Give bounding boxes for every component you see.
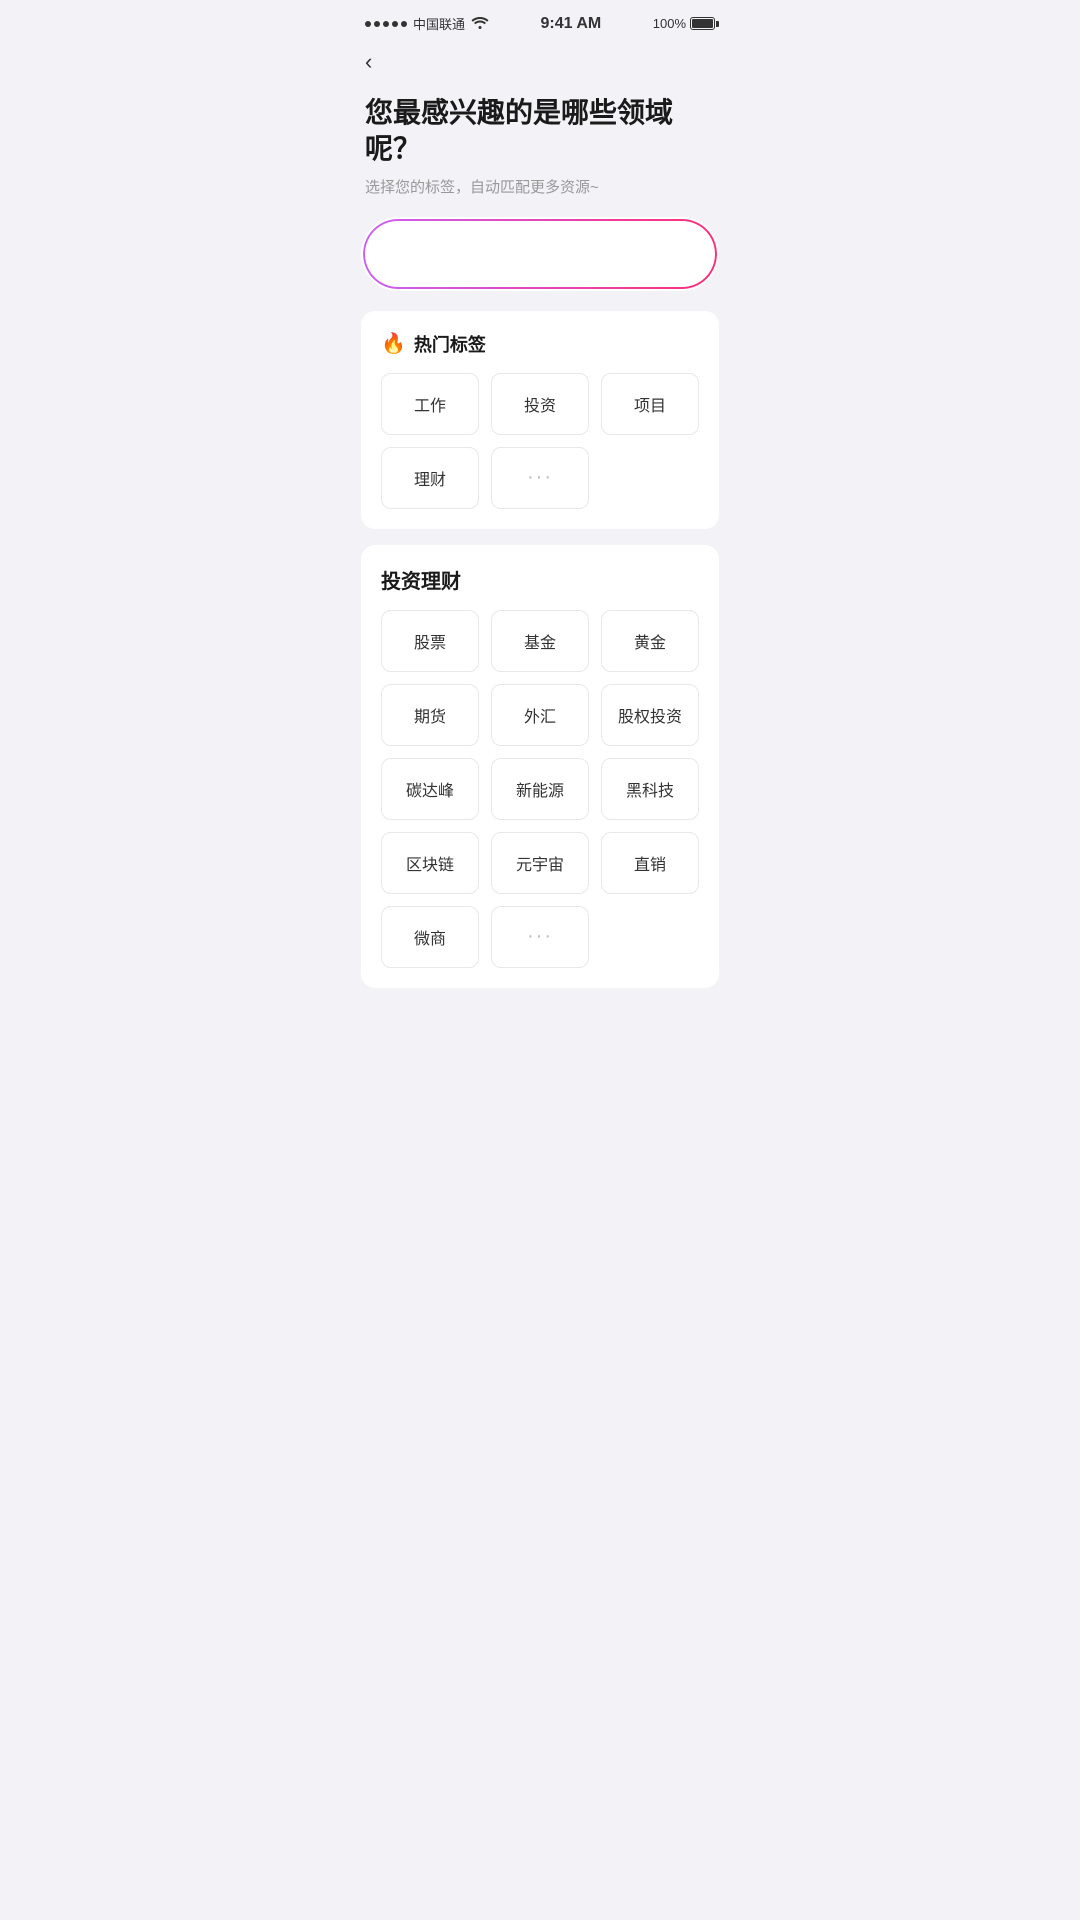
battery-icon — [690, 17, 715, 30]
status-right: 100% — [653, 16, 715, 31]
search-container: 搜索 — [345, 217, 735, 311]
tag-gold[interactable]: 黄金 — [601, 610, 699, 672]
tag-stock[interactable]: 股票 — [381, 610, 479, 672]
search-button[interactable]: 搜索 — [632, 232, 708, 276]
invest-tags-grid: 股票 基金 黄金 期货 外汇 股权投资 碳达峰 新能源 黑科技 区块链 元宇宙 … — [381, 610, 699, 968]
tag-wealth[interactable]: 理财 — [381, 447, 479, 509]
tag-blockchain[interactable]: 区块链 — [381, 832, 479, 894]
battery-label: 100% — [653, 16, 686, 31]
tag-futures[interactable]: 期货 — [381, 684, 479, 746]
status-time: 9:41 AM — [541, 15, 602, 33]
page-header: 您最感兴趣的是哪些领域呢？ 选择您的标签，自动匹配更多资源~ — [345, 79, 735, 217]
status-left: 中国联通 — [365, 14, 489, 33]
tag-weshop[interactable]: 微商 — [381, 906, 479, 968]
tag-carbon[interactable]: 碳达峰 — [381, 758, 479, 820]
tag-invest[interactable]: 投资 — [491, 373, 589, 435]
search-input[interactable] — [405, 245, 629, 262]
tag-mlm[interactable]: 直销 — [601, 832, 699, 894]
page-subtitle: 选择您的标签，自动匹配更多资源~ — [365, 176, 715, 197]
hot-tags-card: 🔥 热门标签 工作 投资 项目 理财 ··· — [361, 311, 719, 529]
hot-tags-grid: 工作 投资 项目 理财 ··· — [381, 373, 699, 509]
back-button-container: ‹ — [345, 41, 735, 79]
tag-forex[interactable]: 外汇 — [491, 684, 589, 746]
hot-tags-label: 热门标签 — [414, 331, 486, 357]
hot-tags-title: 🔥 热门标签 — [381, 331, 699, 357]
carrier-label: 中国联通 — [413, 14, 465, 33]
tag-work[interactable]: 工作 — [381, 373, 479, 435]
tag-newenergy[interactable]: 新能源 — [491, 758, 589, 820]
page-title: 您最感兴趣的是哪些领域呢？ — [365, 95, 715, 168]
signal-dots — [365, 21, 407, 27]
back-button[interactable]: ‹ — [365, 49, 372, 74]
tag-more-hot[interactable]: ··· — [491, 447, 589, 509]
fire-icon: 🔥 — [381, 331, 406, 356]
invest-title: 投资理财 — [381, 565, 699, 594]
invest-card: 投资理财 股票 基金 黄金 期货 外汇 股权投资 碳达峰 新能源 黑科技 区块链… — [361, 545, 719, 988]
tag-metaverse[interactable]: 元宇宙 — [491, 832, 589, 894]
tag-equity[interactable]: 股权投资 — [601, 684, 699, 746]
tag-hitech[interactable]: 黑科技 — [601, 758, 699, 820]
wifi-icon — [471, 15, 489, 32]
tag-project[interactable]: 项目 — [601, 373, 699, 435]
status-bar: 中国联通 9:41 AM 100% — [345, 0, 735, 41]
tag-more-invest[interactable]: ··· — [491, 906, 589, 968]
search-icon — [379, 242, 397, 265]
search-bar: 搜索 — [361, 217, 719, 291]
tag-fund[interactable]: 基金 — [491, 610, 589, 672]
